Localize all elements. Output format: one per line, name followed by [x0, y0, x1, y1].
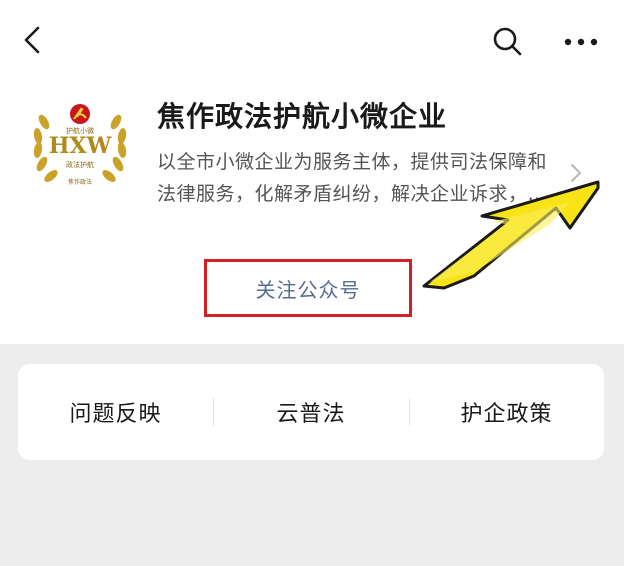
search-icon[interactable]	[488, 22, 528, 62]
yellow-arrow-icon	[422, 180, 600, 290]
svg-text:焦作政法: 焦作政法	[68, 178, 92, 186]
more-dots-icon[interactable]	[558, 22, 604, 62]
menu-item-cloud-law[interactable]: 云普法	[213, 364, 409, 460]
follow-button[interactable]: 关注公众号	[204, 259, 412, 317]
back-icon[interactable]	[16, 22, 52, 58]
menu-item-enterprise-policy[interactable]: 护企政策	[409, 364, 604, 460]
account-logo[interactable]: HXW 护航小微 政法护航 焦作政法	[26, 92, 134, 200]
account-name[interactable]: 焦作政法护航小微企业	[157, 95, 447, 135]
menu-item-problem-report[interactable]: 问题反映	[18, 364, 213, 460]
account-header: HXW 护航小微 政法护航 焦作政法 焦作政法护航小微企业 以全市小微企业为服务…	[0, 0, 624, 344]
svg-text:HXW: HXW	[49, 133, 112, 159]
svg-text:政法护航: 政法护航	[66, 160, 94, 169]
svg-text:护航小微: 护航小微	[66, 126, 94, 135]
menu-bar: 问题反映 云普法 护企政策	[18, 364, 604, 460]
